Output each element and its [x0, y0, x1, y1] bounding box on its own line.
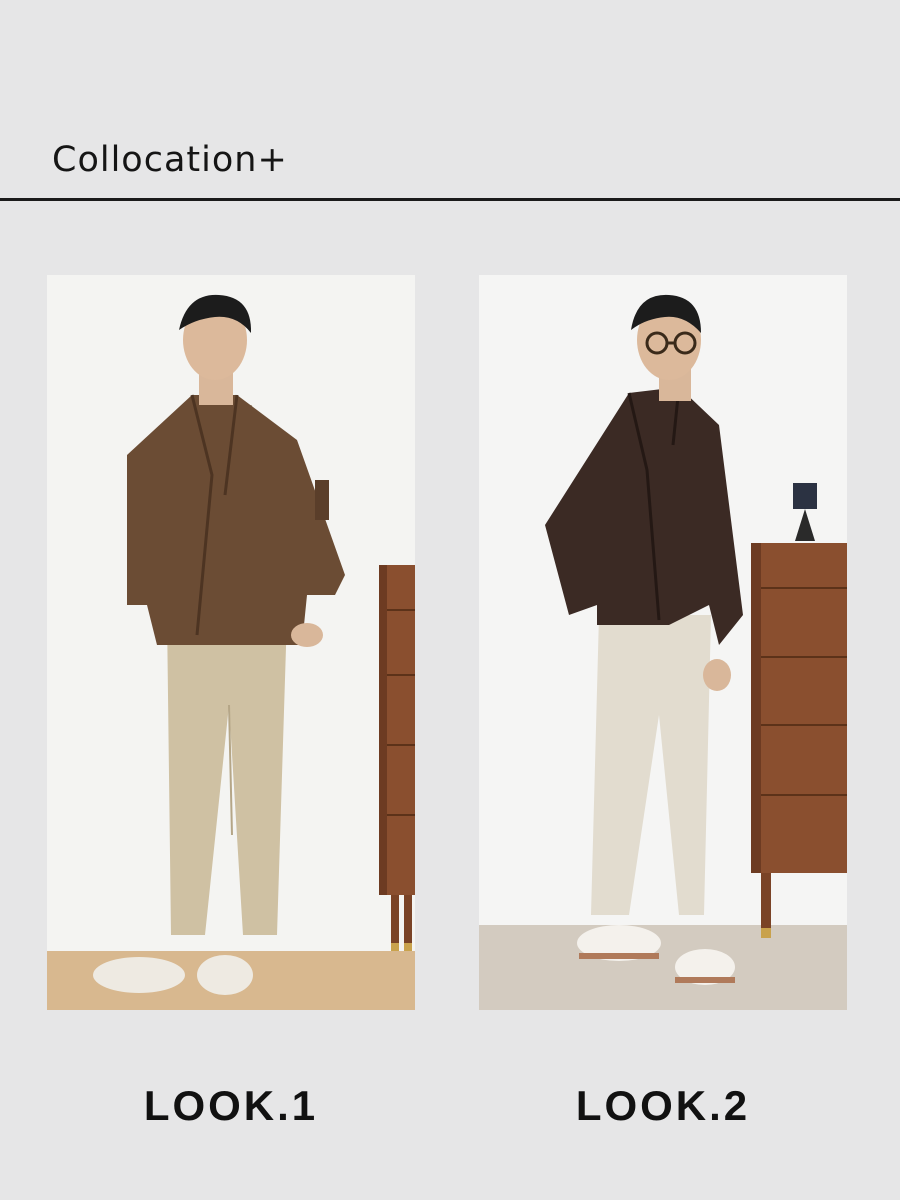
look-1-photo [47, 275, 415, 1010]
dresser [379, 565, 415, 951]
look-1-label: LOOK.1 [143, 1082, 319, 1129]
look-2-label: LOOK.2 [575, 1082, 751, 1129]
header-divider [0, 198, 900, 201]
page-title: Collocation+ [52, 140, 288, 180]
dresser [751, 483, 847, 938]
look-2-photo [479, 275, 847, 1010]
collocation-page: Collocation+ LOOK.1 LOOK.2 [0, 0, 900, 1200]
